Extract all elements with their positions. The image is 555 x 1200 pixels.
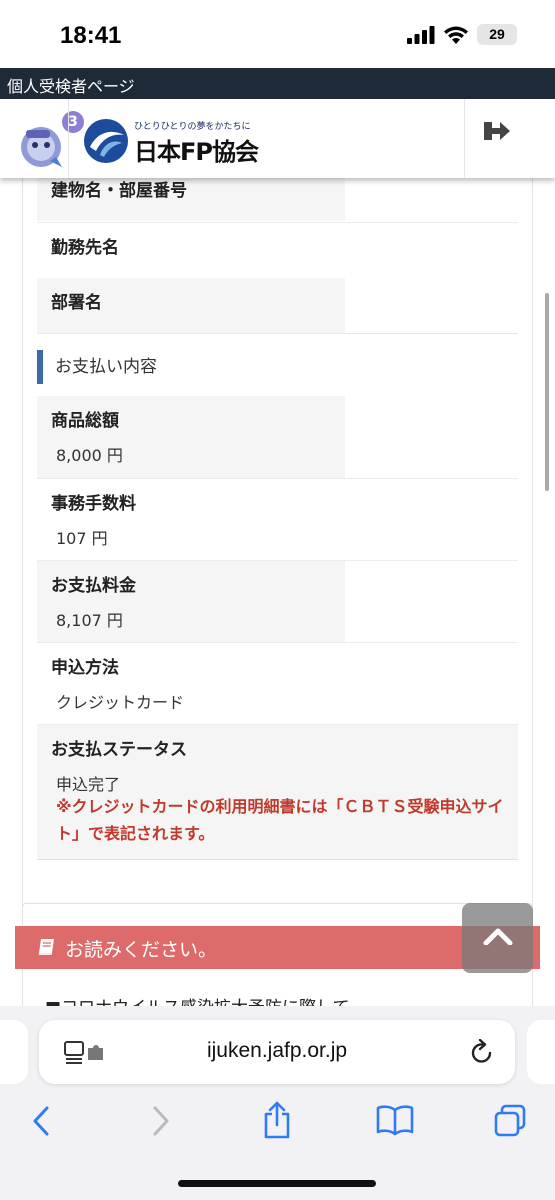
section-title-payment: お支払い内容 bbox=[37, 350, 157, 384]
payment-label: お支払ステータス bbox=[51, 740, 187, 760]
address-bar[interactable]: ijuken.jafp.or.jp bbox=[39, 1020, 515, 1084]
reload-icon[interactable] bbox=[470, 1039, 494, 1065]
site-logo[interactable]: ひとりひとりの夢をかたちに 日本FP協会 bbox=[82, 115, 262, 166]
payment-row: 商品総額 8,000 円 bbox=[37, 396, 518, 478]
payment-row: お支払ステータス 申込完了 ※クレジットカードの利用明細書には「ＣＢＴＳ受験申込… bbox=[37, 724, 518, 860]
page-scrollbar[interactable] bbox=[545, 293, 549, 491]
payment-status-value: 申込完了 bbox=[56, 775, 121, 794]
site-strip-title: 個人受検者ページ bbox=[7, 77, 135, 96]
bookmarks-icon[interactable] bbox=[376, 1104, 414, 1136]
payment-row: 申込方法 クレジットカード bbox=[37, 642, 518, 724]
home-indicator[interactable] bbox=[178, 1180, 376, 1187]
notice-item[interactable]: ■コロナウイルス感染拡大予防に際して bbox=[45, 993, 350, 1006]
logout-icon[interactable] bbox=[482, 117, 512, 145]
site-header: 3 ひとりひとりの夢をかたちに 日本FP協会 bbox=[0, 99, 555, 178]
field-label: 部署名 bbox=[51, 293, 102, 313]
main-content: 建物名・部屋番号 勤務先名 部署名 お支払い内容 商品総額 8,000 円 事務… bbox=[0, 178, 555, 1006]
browser-address-area: ijuken.jafp.or.jp bbox=[0, 1006, 555, 1092]
payment-row: お支払料金 8,107 円 bbox=[37, 560, 518, 642]
share-icon[interactable] bbox=[262, 1100, 292, 1140]
logo-name: 日本FP協会 bbox=[134, 138, 259, 166]
payment-value: 8,000 円 bbox=[56, 446, 123, 465]
logo-tagline: ひとりひとりの夢をかたちに bbox=[134, 122, 251, 132]
url-text: ijuken.jafp.or.jp bbox=[206, 1039, 348, 1062]
header-divider bbox=[68, 99, 69, 178]
field-row: 部署名 bbox=[37, 278, 518, 334]
wifi-icon bbox=[444, 26, 468, 44]
book-icon bbox=[38, 939, 54, 955]
payment-label: 事務手数料 bbox=[51, 494, 136, 514]
payment-label: 申込方法 bbox=[51, 658, 119, 678]
field-label: 勤務先名 bbox=[51, 238, 119, 258]
mascot-icon[interactable] bbox=[16, 121, 66, 171]
payment-label: 商品総額 bbox=[51, 411, 119, 431]
logo-icon bbox=[84, 119, 128, 163]
payment-label: お支払料金 bbox=[51, 576, 136, 596]
battery-icon: 29 bbox=[477, 24, 517, 45]
payment-value: 8,107 円 bbox=[56, 611, 123, 630]
payment-value: 107 円 bbox=[56, 529, 108, 548]
tabs-icon[interactable] bbox=[494, 1104, 528, 1138]
chevron-up-icon bbox=[483, 928, 513, 945]
payment-value: クレジットカード bbox=[56, 693, 185, 712]
next-tab-preview[interactable] bbox=[527, 1020, 555, 1084]
signal-icon bbox=[407, 25, 435, 44]
field-row: 勤務先名 bbox=[37, 222, 518, 278]
site-title-strip: 個人受検者ページ bbox=[0, 68, 555, 99]
status-bar: 18:41 29 bbox=[0, 0, 555, 68]
field-label: 建物名・部屋番号 bbox=[51, 181, 187, 201]
payment-row: 事務手数料 107 円 bbox=[37, 478, 518, 560]
notice-title: お読みください。 bbox=[65, 939, 218, 961]
field-row: 建物名・部屋番号 bbox=[37, 178, 518, 221]
payment-note: ※クレジットカードの利用明細書には「ＣＢＴＳ受験申込サイト」で表記されます。 bbox=[56, 797, 504, 843]
forward-icon[interactable] bbox=[150, 1104, 172, 1138]
back-icon[interactable] bbox=[30, 1104, 52, 1138]
status-icons: 29 bbox=[407, 24, 517, 45]
header-divider bbox=[464, 99, 465, 178]
scroll-to-top-button[interactable] bbox=[462, 903, 533, 973]
notification-badge: 3 bbox=[62, 111, 84, 133]
previous-tab-preview[interactable] bbox=[0, 1020, 28, 1084]
status-time: 18:41 bbox=[60, 22, 122, 49]
